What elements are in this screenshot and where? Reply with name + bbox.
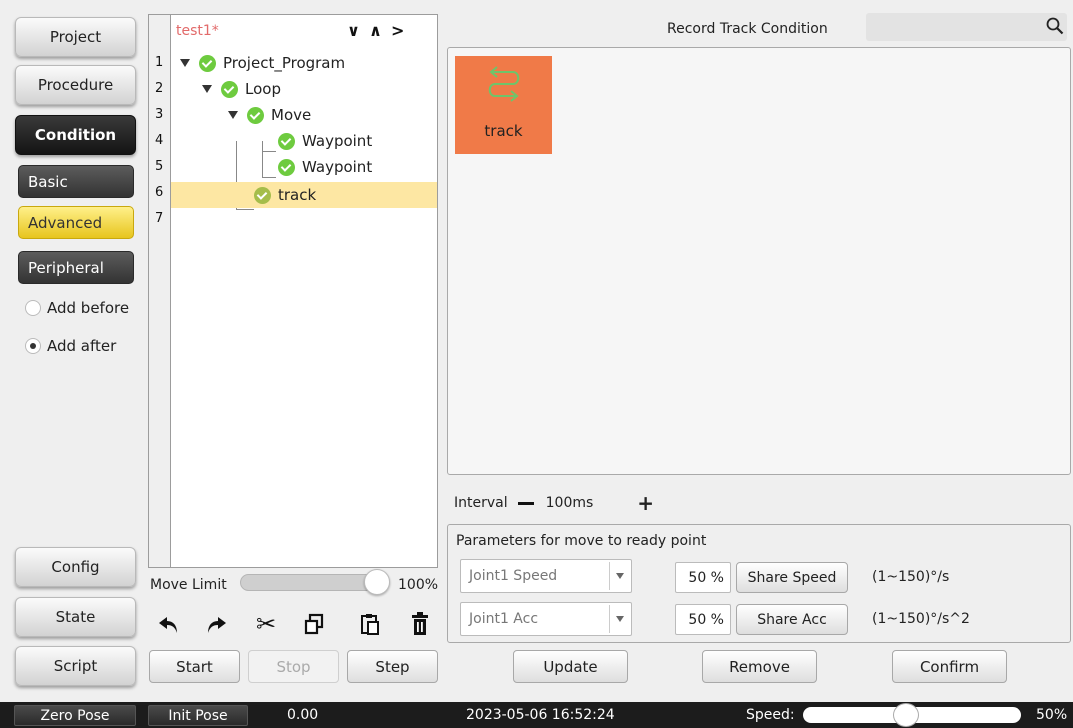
status-datetime: 2023-05-06 16:52:24 (466, 707, 615, 723)
tab-peripheral[interactable]: Peripheral (18, 251, 134, 284)
speed-joint-select[interactable]: Joint1 Speed (460, 559, 632, 593)
line-number-gutter: 1 2 3 4 5 6 7 (149, 15, 171, 567)
line-number: 3 (155, 107, 164, 122)
check-circle-icon (247, 106, 264, 124)
add-after-radio[interactable] (25, 338, 41, 354)
line-number: 4 (155, 133, 164, 148)
remove-button[interactable]: Remove (702, 650, 817, 683)
acc-joint-value: Joint1 Acc (469, 611, 539, 627)
share-speed-button[interactable]: Share Speed (736, 562, 848, 593)
chevron-up-icon[interactable]: ∧ (369, 21, 382, 40)
status-value: 0.00 (287, 707, 319, 723)
interval-value: 100ms (545, 495, 594, 511)
acc-range-label: (1~150)°/s^2 (872, 611, 970, 627)
dropdown-arrow-icon[interactable] (609, 562, 629, 590)
init-pose-button[interactable]: Init Pose (148, 705, 248, 726)
add-after-option[interactable]: Add after (25, 337, 116, 355)
paste-icon[interactable] (354, 609, 386, 639)
line-number: 7 (155, 211, 164, 226)
tree-item-label: Project_Program (223, 54, 346, 72)
expand-arrow-icon[interactable] (202, 85, 212, 93)
nav-procedure-button[interactable]: Procedure (15, 65, 136, 105)
plus-icon[interactable]: + (637, 491, 654, 515)
speed-label: Speed: (746, 707, 795, 723)
tree-item-project-program[interactable]: Project_Program (171, 50, 437, 76)
tree-item-label: track (278, 186, 317, 204)
move-limit-label: Move Limit (150, 577, 227, 593)
nav-script-button[interactable]: Script (15, 646, 136, 686)
tree-item-move[interactable]: Move (171, 102, 437, 128)
interval-control: Interval 100ms + (454, 491, 654, 515)
update-button[interactable]: Update (513, 650, 628, 683)
tree-item-track[interactable]: track (171, 182, 437, 208)
add-before-option[interactable]: Add before (25, 299, 129, 317)
tree-item-label: Waypoint (302, 132, 373, 150)
program-tree-panel: 1 2 3 4 5 6 7 test1* ∨ ∧ > Project_Progr… (148, 14, 438, 568)
stop-button[interactable]: Stop (248, 650, 339, 683)
page-title: Record Track Condition (667, 21, 828, 37)
acc-joint-select[interactable]: Joint1 Acc (460, 602, 632, 636)
speed-joint-value: Joint1 Speed (469, 568, 558, 584)
tree-item-label: Waypoint (302, 158, 373, 176)
check-circle-icon (254, 186, 271, 204)
check-circle-icon (199, 54, 216, 72)
cut-icon[interactable]: ✂ (250, 609, 282, 639)
acc-percent-field[interactable]: 50 % (675, 604, 731, 635)
move-limit-handle[interactable] (364, 569, 390, 595)
track-condition-card[interactable]: track (455, 56, 552, 154)
program-file-name: test1* (176, 23, 219, 39)
add-before-label: Add before (47, 299, 130, 317)
check-circle-icon (278, 158, 295, 176)
tree-item-waypoint[interactable]: Waypoint (171, 128, 437, 154)
nav-config-button[interactable]: Config (15, 547, 136, 587)
undo-icon[interactable] (153, 609, 185, 639)
tree-item-label: Move (271, 106, 312, 124)
check-circle-icon (278, 132, 295, 150)
tree-item-loop[interactable]: Loop (171, 76, 437, 102)
params-title: Parameters for move to ready point (456, 533, 707, 549)
tree-item-waypoint[interactable]: Waypoint (171, 154, 437, 180)
nav-project-button[interactable]: Project (15, 17, 136, 57)
line-number: 6 (155, 185, 164, 200)
chevron-down-icon[interactable]: ∨ (347, 21, 360, 40)
tree-header: test1* ∨ ∧ > (171, 15, 437, 49)
tree-item-label: Loop (245, 80, 281, 98)
redo-icon[interactable] (200, 609, 232, 639)
nav-state-button[interactable]: State (15, 597, 136, 637)
share-acc-button[interactable]: Share Acc (736, 604, 848, 635)
search-input[interactable] (866, 13, 1067, 41)
line-number: 1 (155, 55, 164, 70)
copy-icon[interactable] (298, 609, 330, 639)
expand-arrow-icon[interactable] (228, 111, 238, 119)
minus-icon[interactable] (517, 501, 534, 505)
add-before-radio[interactable] (25, 300, 41, 316)
delete-icon[interactable] (404, 609, 436, 639)
zero-pose-button[interactable]: Zero Pose (14, 705, 136, 726)
line-number: 2 (155, 81, 164, 96)
nav-condition-button[interactable]: Condition (15, 115, 136, 155)
speed-slider-handle[interactable] (893, 703, 919, 727)
step-button[interactable]: Step (347, 650, 438, 683)
speed-range-label: (1~150)°/s (872, 569, 950, 585)
tree-connector (236, 209, 254, 210)
search-icon[interactable] (1046, 17, 1064, 35)
dropdown-arrow-icon[interactable] (609, 605, 629, 633)
tab-advanced[interactable]: Advanced (18, 206, 134, 239)
speed-percent-field[interactable]: 50 % (675, 562, 731, 593)
confirm-button[interactable]: Confirm (892, 650, 1007, 683)
track-loop-icon (488, 66, 519, 102)
line-number: 5 (155, 159, 164, 174)
tab-basic[interactable]: Basic (18, 165, 134, 198)
check-circle-icon (221, 80, 238, 98)
start-button[interactable]: Start (149, 650, 240, 683)
add-after-label: Add after (47, 337, 117, 355)
interval-label: Interval (454, 495, 508, 511)
chevron-right-icon[interactable]: > (391, 21, 404, 40)
status-bar: Zero Pose Init Pose 0.00 2023-05-06 16:5… (0, 702, 1073, 728)
move-limit-value: 100% (398, 577, 439, 593)
track-card-label: track (484, 122, 523, 140)
expand-arrow-icon[interactable] (180, 59, 190, 67)
speed-value: 50% (1036, 707, 1068, 723)
